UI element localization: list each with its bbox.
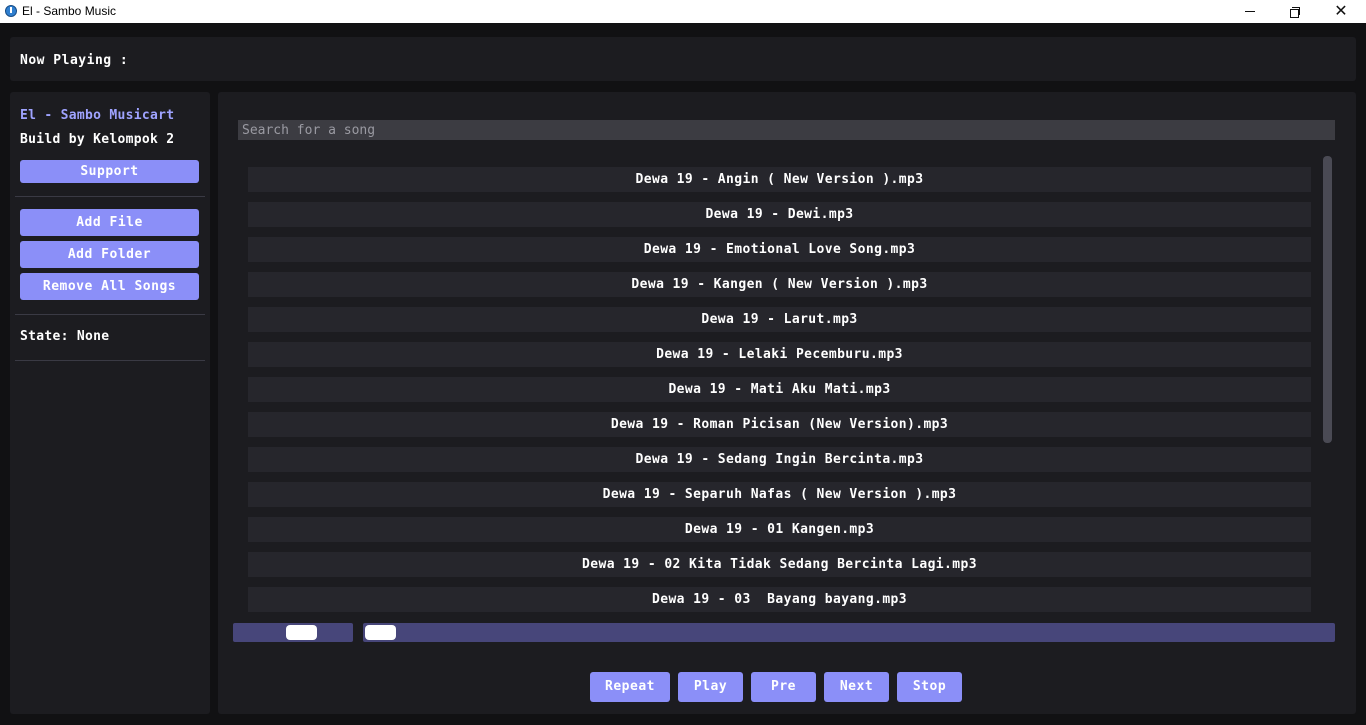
- divider: [15, 314, 205, 315]
- song-list-item[interactable]: Dewa 19 - Roman Picisan (New Version).mp…: [248, 412, 1311, 437]
- search-input[interactable]: [238, 120, 1335, 140]
- now-playing-panel: Now Playing :: [10, 37, 1356, 81]
- close-button[interactable]: ✕: [1318, 0, 1364, 23]
- built-by-label: Build by Kelompok 2: [20, 132, 175, 147]
- repeat-button[interactable]: Repeat: [590, 672, 670, 702]
- seek-slider-knob[interactable]: [365, 625, 396, 640]
- app-icon: [5, 5, 17, 17]
- divider: [15, 196, 205, 197]
- song-list-item[interactable]: Dewa 19 - Emotional Love Song.mp3: [248, 237, 1311, 262]
- maximize-button[interactable]: [1272, 0, 1318, 23]
- minimize-icon: [1245, 11, 1255, 12]
- stop-button[interactable]: Stop: [897, 672, 962, 702]
- divider: [15, 360, 205, 361]
- close-icon: ✕: [1334, 2, 1348, 20]
- now-playing-label: Now Playing :: [20, 53, 129, 68]
- sidebar: El - Sambo Musicart Build by Kelompok 2 …: [10, 92, 210, 714]
- maximize-icon: [1290, 6, 1300, 18]
- window-title-bar: El - Sambo Music ✕: [0, 0, 1366, 23]
- play-button[interactable]: Play: [678, 672, 743, 702]
- next-button[interactable]: Next: [824, 672, 889, 702]
- song-list-item[interactable]: Dewa 19 - Dewi.mp3: [248, 202, 1311, 227]
- song-list-scrollbar[interactable]: [1323, 156, 1332, 443]
- volume-slider-knob[interactable]: [286, 625, 317, 640]
- song-list-item[interactable]: Dewa 19 - Angin ( New Version ).mp3: [248, 167, 1311, 192]
- song-list-item[interactable]: Dewa 19 - Sedang Ingin Bercinta.mp3: [248, 447, 1311, 472]
- song-list-item[interactable]: Dewa 19 - Separuh Nafas ( New Version ).…: [248, 482, 1311, 507]
- song-list-item[interactable]: Dewa 19 - Mati Aku Mati.mp3: [248, 377, 1311, 402]
- support-button[interactable]: Support: [20, 160, 199, 183]
- main-panel: Dewa 19 - Angin ( New Version ).mp3 Dewa …: [218, 92, 1356, 714]
- window-title: El - Sambo Music: [22, 4, 117, 18]
- add-file-button[interactable]: Add File: [20, 209, 199, 236]
- song-list-item[interactable]: Dewa 19 - 02 Kita Tidak Sedang Bercinta …: [248, 552, 1311, 577]
- seek-slider[interactable]: [363, 623, 1335, 642]
- song-list-item[interactable]: Dewa 19 - Larut.mp3: [248, 307, 1311, 332]
- add-folder-button[interactable]: Add Folder: [20, 241, 199, 268]
- state-status: State: None: [20, 329, 110, 344]
- minimize-button[interactable]: [1227, 0, 1273, 23]
- app-title: El - Sambo Musicart: [20, 108, 175, 123]
- volume-slider[interactable]: [233, 623, 353, 642]
- song-list-item[interactable]: Dewa 19 - Kangen ( New Version ).mp3: [248, 272, 1311, 297]
- song-list-item[interactable]: Dewa 19 - Lelaki Pecemburu.mp3: [248, 342, 1311, 367]
- previous-button[interactable]: Pre: [751, 672, 816, 702]
- remove-all-songs-button[interactable]: Remove All Songs: [20, 273, 199, 300]
- song-list-item[interactable]: Dewa 19 - 03 Bayang bayang.mp3: [248, 587, 1311, 612]
- song-list-item[interactable]: Dewa 19 - 01 Kangen.mp3: [248, 517, 1311, 542]
